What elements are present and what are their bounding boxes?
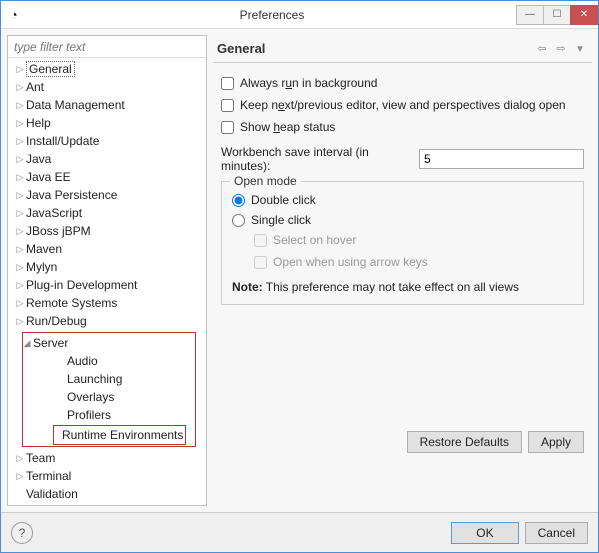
minimize-button[interactable]: — <box>516 5 544 25</box>
show-heap-label: Show heap status <box>240 120 335 134</box>
select-hover-label: Select on hover <box>273 233 356 247</box>
save-interval-label: Workbench save interval (in minutes): <box>221 145 411 173</box>
tree-item[interactable]: ▷General <box>8 60 206 78</box>
single-click-radio[interactable] <box>232 214 245 227</box>
open-mode-legend: Open mode <box>230 174 301 188</box>
runtime-env-highlight: Runtime Environments <box>53 425 186 445</box>
tree-item[interactable]: ▷Ant <box>8 78 206 96</box>
tree-item[interactable]: ▷JBoss jBPM <box>8 222 206 240</box>
filter-box <box>8 36 206 58</box>
tree-item[interactable]: ▷Plug-in Development <box>8 276 206 294</box>
forward-icon[interactable]: ⇨ <box>553 41 569 57</box>
tree-item[interactable]: ▷Run/Debug <box>8 312 206 330</box>
single-click-label: Single click <box>251 213 311 227</box>
show-heap-checkbox[interactable] <box>221 121 234 134</box>
double-click-label: Double click <box>251 193 316 207</box>
select-hover-checkbox <box>254 234 267 247</box>
tree-item[interactable]: Profilers <box>23 406 195 424</box>
tree-item[interactable]: ▷Team <box>8 449 206 467</box>
sidebar: ▷General▷Ant▷Data Management▷Help▷Instal… <box>7 35 207 506</box>
window-title: Preferences <box>27 8 517 22</box>
back-icon[interactable]: ⇦ <box>534 41 550 57</box>
tree-item[interactable]: Audio <box>23 352 195 370</box>
restore-defaults-button[interactable]: Restore Defaults <box>407 431 522 453</box>
footer: ? OK Cancel <box>1 512 598 552</box>
content-header: General ⇦ ⇨ ▾ <box>213 35 592 63</box>
titlebar: ◔ Preferences — ☐ ✕ <box>1 1 598 29</box>
note: Note: This preference may not take effec… <box>232 280 573 294</box>
keep-next-prev-checkbox[interactable] <box>221 99 234 112</box>
double-click-radio[interactable] <box>232 194 245 207</box>
apply-button[interactable]: Apply <box>528 431 584 453</box>
tree-item[interactable]: ▷Install/Update <box>8 132 206 150</box>
preference-tree[interactable]: ▷General▷Ant▷Data Management▷Help▷Instal… <box>8 58 206 505</box>
tree-item[interactable]: Runtime Environments <box>48 426 183 444</box>
menu-icon[interactable]: ▾ <box>572 41 588 57</box>
server-highlight: ◢ServerAudioLaunchingOverlaysProfilersRu… <box>22 332 196 447</box>
tree-item[interactable]: Launching <box>23 370 195 388</box>
filter-input[interactable] <box>8 36 206 57</box>
open-mode-group: Open mode Double click Single click Sele… <box>221 181 584 305</box>
tree-item[interactable]: ▷JavaScript <box>8 204 206 222</box>
tree-item[interactable]: Validation <box>8 485 206 503</box>
tree-item[interactable]: ◢Server <box>15 334 195 352</box>
tree-item[interactable]: Overlays <box>23 388 195 406</box>
maximize-button[interactable]: ☐ <box>543 5 571 25</box>
page-title: General <box>217 41 531 56</box>
cancel-button[interactable]: Cancel <box>525 522 588 544</box>
tree-item[interactable]: ▷Web <box>8 503 206 505</box>
tree-item[interactable]: ▷Data Management <box>8 96 206 114</box>
tree-item[interactable]: ▷Mylyn <box>8 258 206 276</box>
tree-item[interactable]: ▷Terminal <box>8 467 206 485</box>
always-run-bg-checkbox[interactable] <box>221 77 234 90</box>
general-panel: Always run in background Keep next/previ… <box>213 63 592 506</box>
tree-item[interactable]: ▷Remote Systems <box>8 294 206 312</box>
tree-item[interactable]: ▷Java <box>8 150 206 168</box>
open-arrows-label: Open when using arrow keys <box>273 255 428 269</box>
tree-item[interactable]: ▷Help <box>8 114 206 132</box>
always-run-bg-label: Always run in background <box>240 76 377 90</box>
ok-button[interactable]: OK <box>451 522 518 544</box>
save-interval-input[interactable] <box>419 149 584 169</box>
keep-next-prev-label: Keep next/previous editor, view and pers… <box>240 98 566 112</box>
tree-item[interactable]: ▷Java EE <box>8 168 206 186</box>
tree-item[interactable]: ▷Java Persistence <box>8 186 206 204</box>
close-button[interactable]: ✕ <box>570 5 598 25</box>
help-icon[interactable]: ? <box>11 522 33 544</box>
tree-item[interactable]: ▷Maven <box>8 240 206 258</box>
content: General ⇦ ⇨ ▾ Always run in background K… <box>213 35 592 506</box>
app-icon: ◔ <box>1 1 27 29</box>
open-arrows-checkbox <box>254 256 267 269</box>
